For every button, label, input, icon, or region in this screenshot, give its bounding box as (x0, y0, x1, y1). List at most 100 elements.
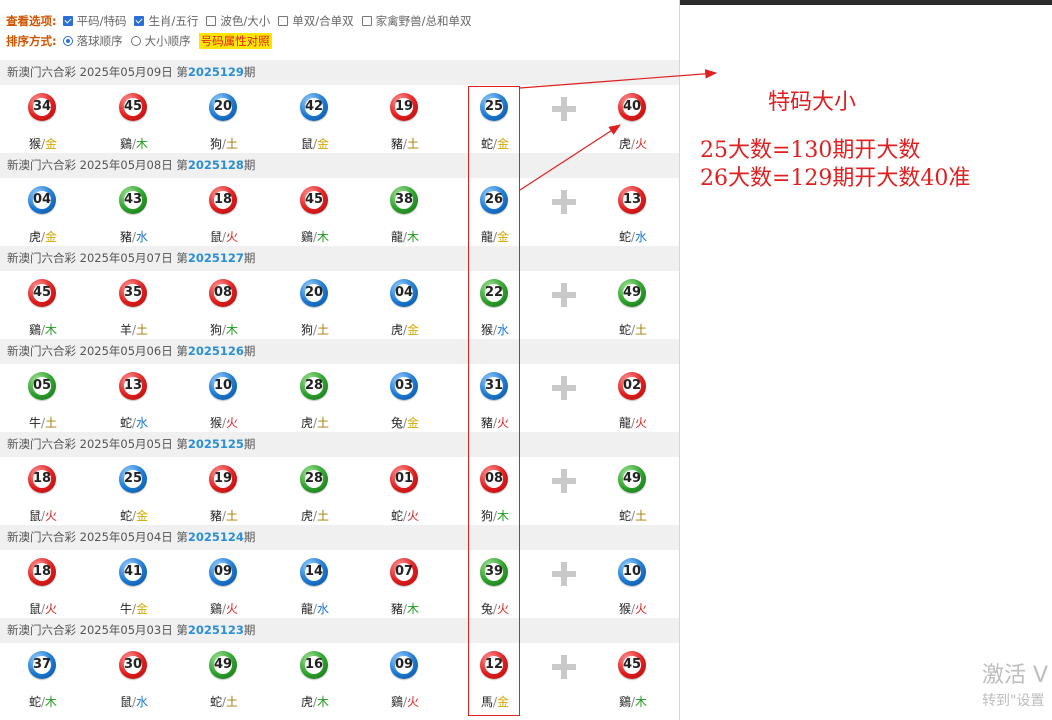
zodiac: 羊 (119, 323, 132, 337)
ball-cell: 04 虎/金 (3, 181, 83, 246)
checkbox[interactable] (62, 16, 73, 26)
lottery-ball: 13 (618, 186, 646, 214)
attribute-chart-link[interactable]: 号码属性对照 (198, 33, 272, 49)
draw-period[interactable]: 2025123 (188, 623, 244, 637)
view-option-0[interactable]: 平码/特码 (62, 13, 127, 29)
draw-date: 新澳门六合彩 2025年05月08日 第 (7, 158, 188, 172)
view-options-label: 查看选项: (6, 14, 57, 28)
checkbox[interactable] (361, 16, 372, 26)
special-ball-cell: 49 蛇/土 (593, 460, 673, 525)
ball-attributes: 豬/土 (365, 135, 445, 152)
zodiac: 鷄 (390, 695, 403, 709)
zodiac: 猴 (28, 137, 41, 151)
zodiac: 蛇 (618, 323, 631, 337)
draw-period[interactable]: 2025127 (188, 251, 244, 265)
ball-cell: 14 龍/水 (275, 553, 355, 618)
ball-number: 45 (124, 98, 143, 116)
draw-period-suffix: 期 (243, 437, 256, 451)
ball-number: 20 (214, 98, 233, 116)
view-option-label: 平码/特码 (76, 14, 127, 28)
element: 土 (136, 323, 149, 337)
lottery-ball: 49 (209, 651, 237, 679)
element: 金 (45, 230, 58, 244)
lottery-ball: 41 (119, 558, 147, 586)
draw-row: 新澳门六合彩 2025年05月03日 第2025123期 37 蛇/木 30 鼠/水 49… (0, 618, 679, 711)
sort-option-1[interactable]: 大小顺序 (130, 33, 191, 49)
element: 木 (45, 323, 58, 337)
lottery-ball: 34 (28, 93, 56, 121)
ball-attributes: 龍/水 (275, 600, 355, 617)
ball-number: 49 (623, 284, 642, 302)
element: 木 (45, 695, 58, 709)
draw-header: 新澳门六合彩 2025年05月06日 第2025126期 (0, 339, 679, 364)
sort-option-0[interactable]: 落球顺序 (62, 33, 123, 49)
element: 火 (45, 509, 58, 523)
draw-period[interactable]: 2025124 (188, 530, 244, 544)
view-option-4[interactable]: 家禽野兽/总和单双 (361, 13, 471, 29)
zodiac: 龍 (390, 230, 403, 244)
ball-cell: 18 鼠/火 (3, 460, 83, 525)
lottery-ball: 42 (300, 93, 328, 121)
ball-attributes: 蛇/金 (94, 507, 174, 524)
ball-number: 20 (305, 284, 324, 302)
radio[interactable] (62, 36, 73, 46)
plus-icon (552, 283, 576, 307)
ball-attributes: 蛇/土 (593, 507, 673, 524)
zodiac: 豬 (390, 137, 403, 151)
lottery-ball: 18 (28, 558, 56, 586)
zodiac: 鼠 (300, 137, 313, 151)
view-option-label: 波色/大小 (220, 14, 271, 28)
element: 木 (226, 323, 239, 337)
draw-period[interactable]: 2025126 (188, 344, 244, 358)
lottery-ball: 25 (119, 465, 147, 493)
ball-cell: 09 鷄/火 (365, 646, 445, 711)
ball-cell: 42 鼠/金 (275, 88, 355, 153)
ball-attributes: 鷄/木 (275, 228, 355, 245)
checkbox[interactable] (206, 16, 217, 26)
zodiac: 虎 (300, 416, 313, 430)
ball-number: 45 (623, 656, 642, 674)
sort-options-label: 排序方式: (6, 34, 57, 48)
element: 木 (317, 230, 330, 244)
draw-date: 新澳门六合彩 2025年05月04日 第 (7, 530, 188, 544)
ball-cell: 19 豬/土 (184, 460, 264, 525)
lottery-ball: 30 (119, 651, 147, 679)
draw-row: 新澳门六合彩 2025年05月09日 第2025129期 34 猴/金 45 鷄/木 20… (0, 60, 679, 153)
ball-cell: 20 狗/土 (184, 88, 264, 153)
ball-number: 08 (214, 284, 233, 302)
ball-attributes: 猴/金 (3, 135, 83, 152)
element: 金 (45, 137, 58, 151)
view-option-3[interactable]: 单双/合单双 (278, 13, 354, 29)
zodiac: 猴 (618, 602, 631, 616)
checkbox[interactable] (278, 16, 289, 26)
plus-icon (552, 655, 576, 679)
plus-icon (552, 190, 576, 214)
lottery-ball: 45 (618, 651, 646, 679)
ball-number: 07 (395, 563, 414, 581)
ball-cell: 38 龍/木 (365, 181, 445, 246)
draw-period[interactable]: 2025128 (188, 158, 244, 172)
ball-attributes: 鷄/火 (184, 600, 264, 617)
lottery-ball: 18 (209, 186, 237, 214)
radio[interactable] (130, 36, 141, 46)
ball-cell: 35 羊/土 (94, 274, 174, 339)
view-option-1[interactable]: 生肖/五行 (134, 13, 198, 29)
ball-number: 35 (124, 284, 143, 302)
element: 木 (407, 230, 420, 244)
lottery-ball: 16 (300, 651, 328, 679)
draw-period[interactable]: 2025125 (188, 437, 244, 451)
ball-cell: 28 虎/土 (275, 367, 355, 432)
draw-date: 新澳门六合彩 2025年05月09日 第 (7, 65, 188, 79)
zodiac: 虎 (390, 323, 403, 337)
ball-attributes: 虎/土 (275, 507, 355, 524)
draw-period[interactable]: 2025129 (188, 65, 244, 79)
checkbox[interactable] (134, 16, 145, 26)
draw-date: 新澳门六合彩 2025年05月05日 第 (7, 437, 188, 451)
results-panel: 查看选项: 平码/特码 生肖/五行 波色/大小 单双/合单双 家禽野兽/总和单双 排序方… (0, 0, 680, 720)
view-option-2[interactable]: 波色/大小 (206, 13, 270, 29)
draw-period-suffix: 期 (243, 158, 256, 172)
element: 火 (226, 230, 239, 244)
ball-number: 01 (395, 470, 414, 488)
lottery-ball: 20 (300, 279, 328, 307)
ball-attributes: 豬/土 (184, 507, 264, 524)
